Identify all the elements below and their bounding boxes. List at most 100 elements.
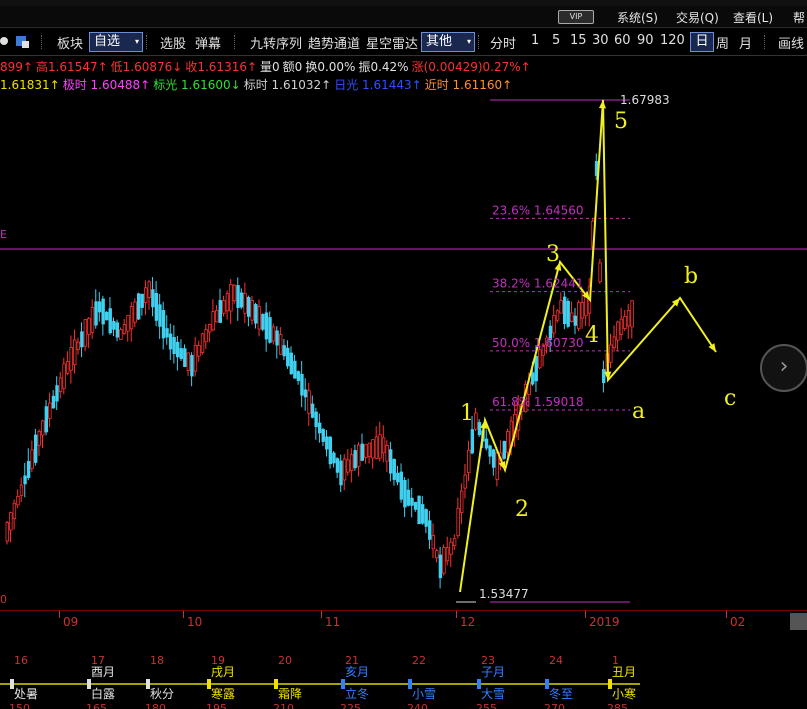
candle-body (332, 452, 336, 464)
solar-degree: 255 (476, 702, 497, 709)
wave-label: 5 (614, 109, 628, 134)
period-day-button[interactable]: 日 (690, 32, 714, 52)
candle-body (129, 306, 134, 330)
toolbar-separator (146, 35, 148, 49)
menu-help[interactable]: 帮 (793, 9, 805, 26)
period-1-button[interactable]: 1 (531, 33, 539, 48)
refresh-icon[interactable] (0, 37, 8, 45)
time-tick (726, 611, 727, 618)
candle-body (417, 495, 421, 525)
candle-body (278, 334, 283, 355)
xingkong-button[interactable]: 星空雷达 (366, 33, 418, 52)
solar-degree: 210 (273, 702, 294, 709)
solar-degree: 225 (340, 702, 361, 709)
quote-value-4: 量0 (260, 60, 280, 74)
candle-body (357, 444, 361, 467)
zixuan-select[interactable]: 自选 ▾ (89, 32, 143, 52)
candle-body (62, 363, 66, 389)
danmu-button[interactable]: 弹幕 (195, 33, 221, 52)
quote-value-6: 换0.00% (305, 60, 356, 74)
candle-body (289, 352, 293, 375)
period-5-button[interactable]: 5 (552, 33, 560, 48)
candle-body (374, 436, 379, 459)
solar-month: 丑月 (612, 665, 636, 679)
period-30-button[interactable]: 30 (592, 33, 609, 48)
xuangu-button[interactable]: 选股 (160, 33, 186, 52)
indicator-info-line: 1.61831↑ 极时 1.60488↑ 标光 1.61600↓ 标时 1.61032… (0, 76, 515, 93)
solar-terms-strip: 16处暑15017白露16518秋分18019寒露19520霜降21021立冬2… (0, 654, 640, 709)
vip-badge[interactable]: VIP (558, 10, 594, 24)
quote-value-3: 收1.61316↑ (185, 60, 258, 74)
candle-body (90, 306, 95, 333)
candle-body (538, 349, 542, 369)
solar-month: 亥月 (345, 665, 369, 679)
menu-system[interactable]: 系统(S) (617, 9, 658, 26)
candle-body (346, 459, 350, 473)
menu-trade[interactable]: 交易(Q) (676, 9, 719, 26)
candle-body (264, 312, 269, 340)
wave-label: 4 (585, 323, 599, 348)
candle-body (381, 437, 386, 454)
wave-label: 1 (460, 401, 474, 426)
candle-body (616, 321, 620, 341)
period-60-button[interactable]: 60 (614, 33, 631, 48)
qushi-button[interactable]: 趋势通道 (308, 33, 360, 52)
period-120-button[interactable]: 120 (660, 33, 685, 48)
candlestick-chart[interactable]: 23.6% 1.64560 38.2% 1.62441 50.0% 1.60730 6… (0, 92, 807, 610)
candle-body (108, 308, 112, 334)
candle-body (126, 315, 130, 332)
candle-body (261, 314, 265, 330)
wave-label: 3 (546, 242, 560, 267)
candle-body (97, 301, 102, 313)
candle-body (459, 490, 464, 513)
candle-body (69, 346, 73, 371)
candle-body (268, 317, 272, 343)
candle-body (349, 454, 354, 471)
candle-body (236, 285, 240, 308)
toolbar-separator (764, 35, 766, 49)
next-arrow-button[interactable]: › (760, 344, 807, 392)
quote-value-1: 高1.61547↑ (35, 60, 108, 74)
wave-arrowhead (598, 100, 606, 109)
period-month-button[interactable]: 月 (739, 33, 752, 52)
candle-body (48, 402, 52, 419)
candle-body (339, 460, 343, 486)
scrollbar-thumb[interactable] (790, 613, 807, 630)
candle-body (9, 512, 13, 531)
candle-body (30, 449, 34, 469)
candle-body (16, 495, 20, 506)
solar-number: 24 (549, 654, 563, 667)
candle-body (136, 293, 141, 320)
candle-body (161, 310, 166, 339)
candle-body (367, 442, 372, 458)
candle-body (491, 449, 496, 468)
candle-body (534, 355, 538, 382)
candle-body (243, 293, 247, 314)
candle-body (101, 298, 105, 325)
bankuai-button[interactable]: 板块 (57, 33, 83, 52)
candle-body (207, 324, 212, 333)
candle-body (335, 458, 340, 473)
candle-body (175, 341, 180, 358)
time-label: 2019 (589, 615, 620, 629)
candle-body (630, 300, 634, 328)
candle-body (34, 434, 38, 463)
period-15-button[interactable]: 15 (570, 33, 587, 48)
solar-degree: 150 (9, 702, 30, 709)
huaxian-button[interactable]: 画线 (778, 33, 804, 52)
chevron-right-icon: › (779, 354, 789, 379)
candle-body (435, 550, 439, 559)
candle-body (275, 330, 279, 346)
time-label: 09 (63, 615, 79, 629)
candle-body (378, 434, 382, 459)
period-90-button[interactable]: 90 (637, 33, 654, 48)
candle-body (445, 547, 450, 562)
candle-body (456, 507, 460, 537)
jiuzhuan-button[interactable]: 九转序列 (250, 33, 302, 52)
candle-body (360, 443, 364, 461)
fenshi-button[interactable]: 分时 (490, 33, 516, 52)
time-label: 02 (730, 615, 746, 629)
menu-view[interactable]: 查看(L) (733, 9, 773, 26)
qita-select[interactable]: 其他 ▾ (421, 32, 475, 52)
period-week-button[interactable]: 周 (716, 33, 729, 52)
